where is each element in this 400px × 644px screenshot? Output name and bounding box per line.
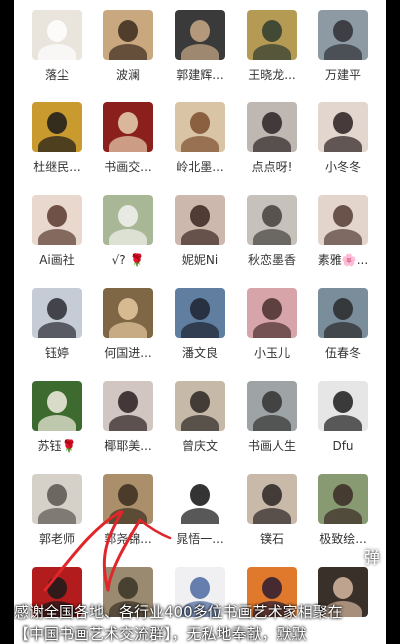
man-suit-avatar-icon: [175, 288, 225, 338]
member-name: 郭尧锦...: [104, 532, 152, 546]
woman-portrait-avatar-icon: [318, 195, 368, 245]
member-cell[interactable]: 镤石: [236, 474, 308, 547]
member-cell[interactable]: √? 🌹: [92, 195, 164, 268]
member-cell[interactable]: 郭建辉...: [164, 10, 236, 83]
member-name: 郭建辉...: [176, 68, 224, 82]
member-cell[interactable]: 书画交...: [92, 102, 164, 175]
dog-avatar-icon: [32, 10, 82, 60]
penguin-avatar-icon: [318, 381, 368, 431]
lotus-avatar-icon: [32, 381, 82, 431]
member-cell[interactable]: 伍春冬: [307, 288, 379, 361]
member-name: 小玉儿: [253, 346, 290, 360]
cartoon-girl-avatar-icon: [103, 10, 153, 60]
member-cell[interactable]: 秋恋墨香: [236, 195, 308, 268]
group-photo-avatar-icon: [318, 474, 368, 524]
member-cell[interactable]: 苏钰🌹: [21, 381, 93, 454]
woman-portrait-avatar-icon: [247, 102, 297, 152]
left-black-bar: [0, 0, 14, 644]
member-cell[interactable]: 妮妮Ni: [164, 195, 236, 268]
member-name: 岭北墨...: [176, 160, 224, 174]
seal-logo-avatar-icon: [175, 474, 225, 524]
member-name: 何国进...: [104, 346, 152, 360]
member-name: Dfu: [332, 439, 354, 453]
member-name: 王晓龙...: [248, 68, 296, 82]
member-cell[interactable]: 钰婷: [21, 288, 93, 361]
member-name: 素雅🌸...: [317, 253, 369, 267]
member-cell[interactable]: 曾庆文: [164, 381, 236, 454]
member-cell[interactable]: 椰耶美...: [92, 381, 164, 454]
member-name: Ai画社: [39, 253, 75, 267]
member-name: 潘文良: [181, 346, 218, 360]
member-cell[interactable]: 晁悟一...: [164, 474, 236, 547]
right-black-bar: [386, 0, 400, 644]
member-name: 钰婷: [44, 346, 69, 360]
member-cell[interactable]: 书画人生: [236, 381, 308, 454]
member-cell[interactable]: 岭北墨...: [164, 102, 236, 175]
couple-avatar-icon: [247, 195, 297, 245]
member-name: 郭老师: [38, 532, 75, 546]
member-name: 晁悟一...: [176, 532, 224, 546]
woman-garden-avatar-icon: [103, 195, 153, 245]
woman-portrait-avatar-icon: [32, 195, 82, 245]
member-name: 伍春冬: [324, 346, 361, 360]
member-cell[interactable]: 杜继民...: [21, 102, 93, 175]
member-cell[interactable]: 落尘: [21, 10, 93, 83]
caption-line-1: 感谢全国各地、各行业400多位书画艺术家相聚在: [14, 603, 343, 621]
photographers-avatar-icon: [247, 381, 297, 431]
member-name: 苏钰🌹: [37, 439, 77, 453]
member-cell[interactable]: Ai画社: [21, 195, 93, 268]
member-name: 万建平: [324, 68, 361, 82]
member-cell[interactable]: 郭尧锦...: [92, 474, 164, 547]
member-cell[interactable]: 何国进...: [92, 288, 164, 361]
member-name: 小冬冬: [324, 160, 361, 174]
member-cell[interactable]: 万建平: [307, 10, 379, 83]
sunset-silhouette-avatar-icon: [247, 10, 297, 60]
man-mountain-avatar-icon: [318, 288, 368, 338]
member-cell[interactable]: 郭老师: [21, 474, 93, 547]
man-portrait-avatar-icon: [247, 474, 297, 524]
member-cell[interactable]: 素雅🌸...: [307, 195, 379, 268]
member-name: 妮妮Ni: [181, 253, 219, 267]
painting-avatar-icon: [175, 102, 225, 152]
calligraphy-avatar-icon: [32, 102, 82, 152]
member-cell[interactable]: Dfu: [307, 381, 379, 454]
member-name: 椰耶美...: [104, 439, 152, 453]
member-name: 镤石: [259, 532, 284, 546]
member-name: 秋恋墨香: [247, 253, 296, 267]
member-name: 波澜: [115, 68, 140, 82]
woman-flowers-avatar-icon: [247, 288, 297, 338]
man-portrait-avatar-icon: [103, 288, 153, 338]
woman-portrait-avatar-icon: [103, 381, 153, 431]
member-cell[interactable]: 点点呀!: [236, 102, 308, 175]
woman-portrait-avatar-icon: [318, 102, 368, 152]
member-cell[interactable]: 潘文良: [164, 288, 236, 361]
man-portrait-avatar-icon: [175, 10, 225, 60]
member-name: 点点呀!: [251, 160, 293, 174]
member-cell[interactable]: 极致绘...: [307, 474, 379, 547]
member-cell[interactable]: 小玉儿: [236, 288, 308, 361]
woman-portrait-avatar-icon: [175, 195, 225, 245]
dog-statue-avatar-icon: [103, 474, 153, 524]
member-name: 书画交...: [104, 160, 152, 174]
member-name: 曾庆文: [181, 439, 218, 453]
member-name: 落尘: [44, 68, 69, 82]
danmaku-toggle-button[interactable]: 弹: [364, 544, 380, 568]
member-name: 杜继民...: [33, 160, 81, 174]
member-cell[interactable]: 波澜: [92, 10, 164, 83]
man-writing-avatar-icon: [175, 381, 225, 431]
member-name: √? 🌹: [111, 253, 145, 267]
member-cell[interactable]: 小冬冬: [307, 102, 379, 175]
man-portrait-avatar-icon: [318, 10, 368, 60]
caption-line-2: 【中国书画艺术交流群】，无私地奉献，默默: [14, 625, 307, 643]
sketch-portrait-avatar-icon: [32, 474, 82, 524]
member-name: 书画人生: [247, 439, 296, 453]
red-flowers-avatar-icon: [103, 102, 153, 152]
member-cell[interactable]: 王晓龙...: [236, 10, 308, 83]
woman-portrait-avatar-icon: [32, 288, 82, 338]
